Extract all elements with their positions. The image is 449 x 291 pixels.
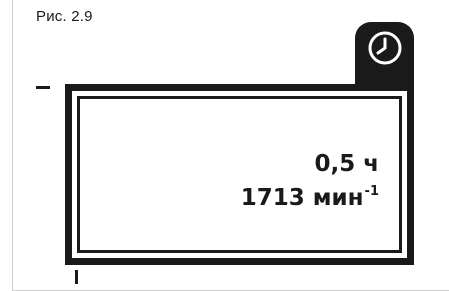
speed-value: 1713 мин [240, 185, 364, 211]
clock-icon [368, 31, 402, 65]
display-screen: 0,5 ч 1713 мин-1 [77, 96, 402, 253]
figure-label: Рис. 2.9 [36, 8, 93, 25]
device-display: 0,5 ч 1713 мин-1 [65, 84, 414, 265]
speed-exponent: -1 [364, 184, 379, 199]
page-margin-line [12, 0, 13, 291]
timer-tab [355, 22, 414, 91]
left-indicator-mark [36, 86, 50, 89]
bottom-indicator-mark [75, 270, 78, 284]
speed-readout: 1713 мин-1 [241, 184, 379, 216]
time-readout: 0,5 ч [314, 151, 379, 177]
